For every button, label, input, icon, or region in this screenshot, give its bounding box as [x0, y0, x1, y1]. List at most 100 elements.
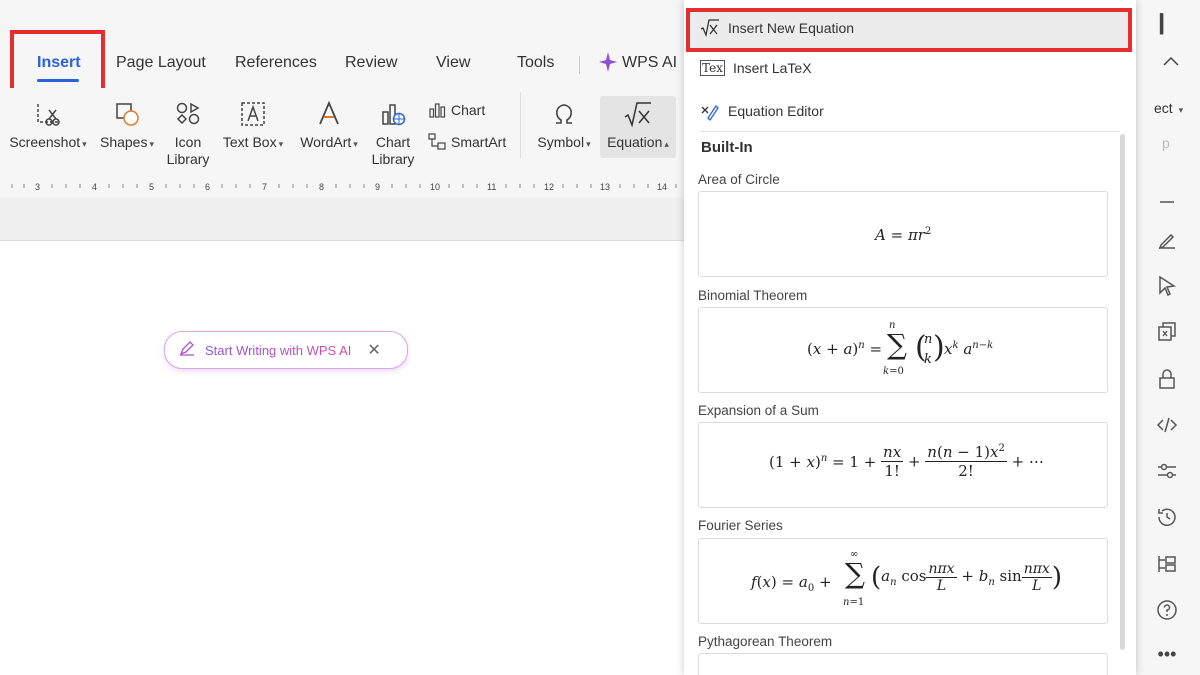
ruler-label: 12 — [544, 182, 555, 192]
equation-icon — [624, 102, 651, 128]
history-icon[interactable] — [1155, 505, 1179, 529]
equation-card-fourier-series[interactable]: f(x) = a0 + ∞ ∑ n=1 (an cos nπx L + bn sin… — [698, 538, 1108, 624]
equation-button-content[interactable]: Equation ▴ — [600, 100, 676, 150]
fourier-series-formula: f(x) = a0 + ∞ ∑ n=1 (an cos nπx L + bn sin… — [751, 549, 1062, 608]
window-control-icon[interactable]: ▎ — [1160, 14, 1174, 35]
more-icon[interactable]: ••• — [1155, 644, 1179, 668]
outline-icon[interactable] — [1155, 552, 1179, 576]
builtin-heading: Built-In — [701, 139, 753, 156]
dropdown-scrollbar[interactable] — [1120, 134, 1125, 650]
ruler-label: 5 — [149, 182, 155, 192]
shapes-button[interactable]: Shapes ▾ — [97, 100, 157, 150]
latex-icon: Tex — [700, 60, 725, 76]
ruler-label: 3 — [35, 182, 41, 192]
ruler-ticks — [11, 184, 677, 188]
tab-review[interactable]: Review — [345, 54, 397, 72]
symbol-label: Symbol — [537, 134, 585, 150]
section-title-area-of-circle: Area of Circle — [698, 172, 780, 187]
page-margin-area — [0, 198, 684, 241]
copy-icon[interactable] — [1155, 320, 1179, 344]
ruler-label: 13 — [600, 182, 611, 192]
tab-wps-ai[interactable]: WPS AI — [622, 54, 677, 72]
equation-card-binomial-theorem[interactable]: (x + a)n = n ∑ k=0 ( n k ) xk an−k — [698, 307, 1108, 393]
select-icon[interactable] — [1155, 274, 1179, 298]
smartart-icon — [428, 133, 446, 150]
wordart-icon — [319, 100, 339, 125]
smartart-label: SmartArt — [451, 134, 507, 150]
icon-library-button[interactable]: Icon Library — [163, 100, 213, 168]
chart-library-label-2: Library — [371, 151, 415, 167]
shapes-icon — [116, 103, 139, 126]
screenshot-button[interactable]: Screenshot ▾ — [8, 100, 88, 150]
help-icon[interactable] — [1155, 598, 1179, 622]
expansion-of-a-sum-formula: (1 + x)n = 1 + nx 1! + n(n − 1)x2 2! + ⋯ — [769, 443, 1044, 480]
binomial-theorem-formula: (x + a)n = n ∑ k=0 ( n k ) xk an−k — [807, 320, 994, 377]
equation-label: Equation — [607, 134, 663, 150]
tab-tools[interactable]: Tools — [517, 54, 554, 72]
tab-divider — [579, 56, 580, 74]
ribbon-divider — [520, 92, 521, 158]
settings-icon[interactable] — [1155, 459, 1179, 483]
ruler-label: 10 — [430, 182, 441, 192]
icon-library-icon — [176, 102, 200, 125]
wordart-button[interactable]: WordArt ▾ — [296, 100, 362, 150]
ruler-label: 7 — [262, 182, 268, 192]
screenshot-icon — [37, 104, 60, 126]
partial-label: p — [1162, 135, 1170, 151]
text-box-icon — [241, 102, 265, 126]
ruler-label: 8 — [319, 182, 325, 192]
section-title-pythagorean-theorem: Pythagorean Theorem — [698, 634, 833, 649]
ruler: 3 4 5 6 7 8 9 10 11 12 13 14 — [0, 178, 684, 198]
close-icon[interactable]: ✕ — [367, 340, 380, 360]
symbol-icon — [556, 104, 572, 124]
ruler-label: 14 — [657, 182, 668, 192]
equation-card-pythagorean-theorem[interactable] — [698, 653, 1108, 675]
text-box-button[interactable]: Text Box ▾ — [220, 100, 286, 150]
tab-references[interactable]: References — [235, 54, 317, 72]
icon-library-label-1: Icon — [174, 134, 202, 150]
select-label-partial: ect — [1154, 100, 1173, 116]
equation-card-area-of-circle[interactable]: A = πr2 — [698, 191, 1108, 277]
smartart-button[interactable]: SmartArt — [428, 133, 506, 151]
chart-icon — [429, 103, 446, 118]
chart-button[interactable]: Chart — [428, 101, 485, 119]
section-title-expansion-of-a-sum: Expansion of a Sum — [698, 403, 819, 418]
screenshot-label: Screenshot — [9, 134, 81, 150]
chart-library-icon — [382, 104, 406, 126]
section-title-fourier-series: Fourier Series — [698, 518, 783, 533]
menu-divider — [700, 131, 1120, 132]
insert-latex-item[interactable]: Tex Insert LaTeX — [700, 60, 812, 76]
chevron-up-icon[interactable] — [1163, 53, 1179, 71]
wps-ai-writing-prompt[interactable]: Start Writing with WPS AI ✕ — [164, 331, 408, 369]
lock-icon[interactable] — [1155, 367, 1179, 391]
ruler-label: 6 — [205, 182, 211, 192]
text-box-label: Text Box — [222, 134, 277, 150]
equation-editor-icon — [701, 104, 719, 121]
area-of-circle-formula: A = πr2 — [875, 226, 932, 244]
chart-library-label-1: Chart — [375, 134, 411, 150]
shapes-label: Shapes — [99, 134, 148, 150]
edit-icon[interactable] — [1155, 229, 1179, 253]
code-icon[interactable] — [1155, 413, 1179, 437]
pen-icon — [179, 340, 195, 361]
equation-editor-item[interactable]: Equation Editor — [700, 101, 824, 121]
wordart-label: WordArt — [300, 134, 352, 150]
ruler-label: 11 — [487, 182, 497, 192]
tab-view[interactable]: View — [436, 54, 470, 72]
symbol-button[interactable]: Symbol ▾ — [532, 100, 596, 150]
icon-library-label-2: Library — [166, 151, 210, 167]
tab-page-layout[interactable]: Page Layout — [116, 54, 206, 72]
equation-card-expansion-of-a-sum[interactable]: (1 + x)n = 1 + nx 1! + n(n − 1)x2 2! + ⋯ — [698, 422, 1108, 508]
insert-latex-label: Insert LaTeX — [732, 60, 812, 76]
select-menu-partial[interactable]: ect ▾ — [1154, 100, 1183, 116]
ruler-label: 9 — [375, 182, 381, 192]
ai-pill-label: Start Writing with WPS AI — [205, 342, 352, 358]
insert-new-equation-highlight — [686, 8, 1132, 52]
wps-ai-icon — [599, 52, 617, 77]
section-title-binomial-theorem: Binomial Theorem — [698, 288, 808, 303]
ruler-label: 4 — [92, 182, 98, 192]
chart-label: Chart — [451, 102, 486, 118]
minimize-icon[interactable] — [1155, 190, 1179, 214]
chart-library-button[interactable]: Chart Library — [370, 100, 416, 168]
equation-editor-label: Equation Editor — [728, 103, 824, 119]
